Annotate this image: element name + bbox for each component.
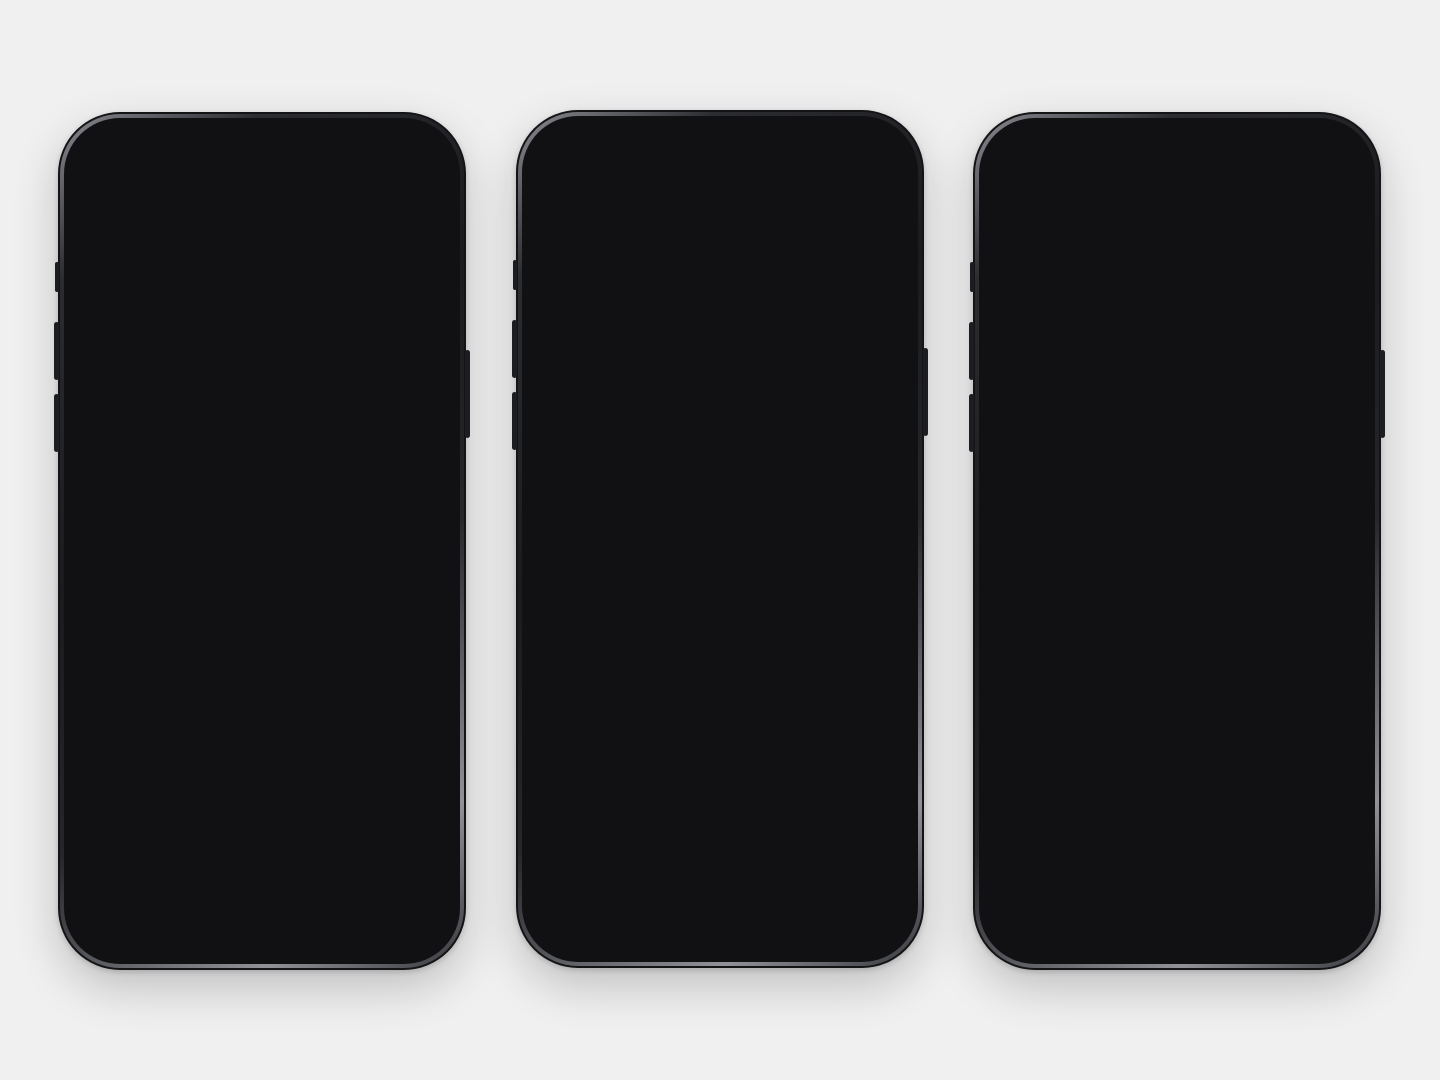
volume-up-button[interactable] (512, 320, 517, 378)
mute-switch[interactable] (970, 262, 974, 292)
volume-down-button[interactable] (512, 392, 517, 450)
mockup-stage: 9:41 Current Vacancies (0, 0, 1440, 1080)
volume-up-button[interactable] (969, 322, 974, 380)
phone-workflow: 9:41 (512, 110, 928, 968)
phone-statistics: 9:41 Seasonal general highest (969, 112, 1385, 970)
mute-switch[interactable] (513, 260, 517, 290)
power-button[interactable] (465, 350, 470, 438)
volume-down-button[interactable] (54, 394, 59, 452)
mute-switch[interactable] (55, 262, 59, 292)
volume-down-button[interactable] (969, 394, 974, 452)
volume-up-button[interactable] (54, 322, 59, 380)
phone-vacancies: 9:41 Current Vacancies (54, 112, 470, 970)
power-button[interactable] (923, 348, 928, 436)
power-button[interactable] (1380, 350, 1385, 438)
